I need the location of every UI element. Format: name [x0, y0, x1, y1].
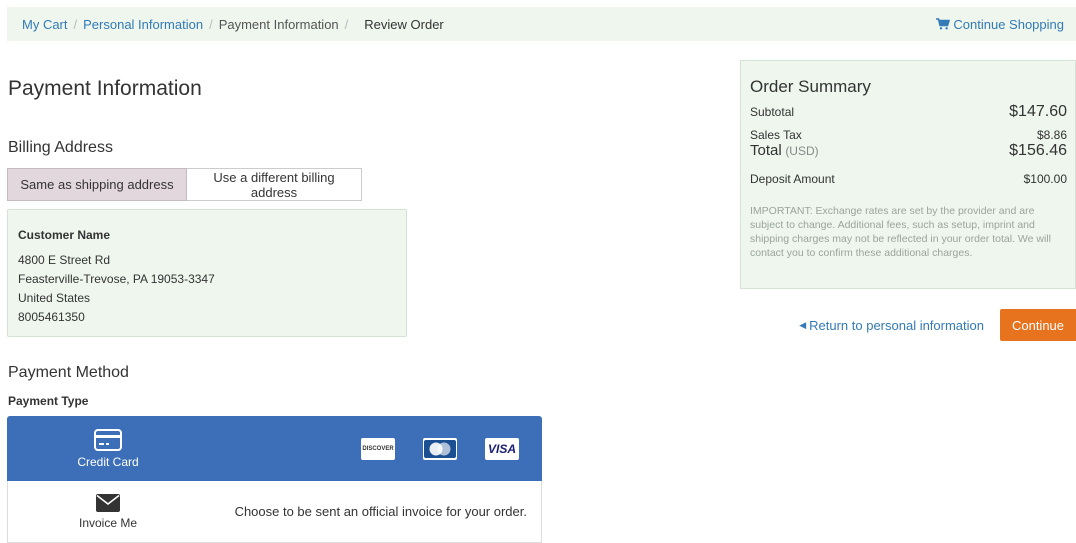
same-as-shipping-button[interactable]: Same as shipping address	[7, 168, 187, 201]
sales-tax-value: $8.86	[1036, 128, 1067, 142]
breadcrumb-separator: /	[209, 16, 213, 32]
payment-option-credit-card[interactable]: Credit Card DISCOVER VISA	[7, 416, 542, 481]
checkout-actions: ◀ Return to personal information Continu…	[790, 309, 1076, 341]
continue-button[interactable]: Continue	[1000, 309, 1076, 341]
address-country: United States	[18, 291, 91, 305]
visa-logo-text: VISA	[487, 441, 516, 456]
exchange-rate-notice: IMPORTANT: Exchange rates are set by the…	[750, 205, 1051, 259]
customer-name: Customer Name	[18, 228, 111, 242]
envelope-icon	[96, 493, 120, 512]
discover-logo-text: DISCOVER	[362, 445, 394, 452]
subtotal-value: $147.60	[1009, 103, 1067, 120]
billing-address-card: Customer Name 4800 E Street Rd Feastervi…	[7, 209, 407, 337]
breadcrumb-separator: /	[73, 16, 78, 32]
sales-tax-label: Sales Tax	[750, 128, 802, 142]
sales-tax-row: Sales Tax $8.86	[750, 129, 1067, 142]
address-city: Feasterville-Trevose, PA 19053-3347	[18, 272, 215, 286]
deposit-value: $100.00	[1023, 172, 1067, 186]
different-billing-button[interactable]: Use a different billing address	[187, 168, 362, 201]
total-label-group: Total (USD)	[750, 142, 819, 159]
order-summary-title: Order Summary	[750, 77, 871, 96]
invoice-me-label: Invoice Me	[78, 515, 138, 530]
mastercard-logo	[423, 437, 457, 460]
billing-address-heading: Billing Address	[8, 139, 113, 156]
payment-type-label: Payment Type	[8, 394, 89, 408]
address-street: 4800 E Street Rd	[18, 253, 111, 267]
billing-address-toggle: Same as shipping address Use a different…	[7, 168, 362, 201]
continue-shopping-label: Continue Shopping	[953, 16, 1064, 32]
credit-card-option-icon-cell: Credit Card	[8, 428, 208, 469]
payment-method-heading: Payment Method	[8, 364, 129, 381]
subtotal-row: Subtotal $147.60	[750, 103, 1067, 121]
breadcrumb: My Cart / Personal Information / Payment…	[7, 7, 1076, 41]
continue-shopping-link[interactable]: Continue Shopping	[936, 17, 1064, 32]
breadcrumb-personal-information[interactable]: Personal Information	[83, 17, 203, 32]
visa-logo: VISA	[485, 437, 519, 460]
address-phone: 8005461350	[18, 310, 85, 324]
total-value: $156.46	[1009, 142, 1067, 159]
credit-card-icon	[94, 428, 122, 451]
deposit-row: Deposit Amount $100.00	[750, 172, 1067, 186]
accepted-cards: DISCOVER VISA	[361, 437, 541, 460]
breadcrumb-trail: My Cart / Personal Information / Payment…	[22, 17, 444, 32]
breadcrumb-separator: /	[344, 16, 349, 32]
order-summary-panel: Order Summary Subtotal $147.60 Sales Tax…	[740, 60, 1076, 289]
invoice-description: Choose to be sent an official invoice fo…	[234, 504, 527, 519]
breadcrumb-my-cart[interactable]: My Cart	[22, 17, 68, 32]
total-row: Total (USD) $156.46	[750, 142, 1067, 160]
return-to-personal-info-link[interactable]: ◀ Return to personal information	[799, 318, 984, 333]
return-link-label: Return to personal information	[809, 317, 984, 333]
caret-left-icon: ◀	[799, 319, 807, 330]
total-currency: (USD)	[785, 144, 819, 158]
subtotal-label: Subtotal	[750, 105, 795, 119]
credit-card-label: Credit Card	[77, 454, 139, 469]
discover-card-logo: DISCOVER	[361, 437, 395, 460]
payment-option-invoice-me[interactable]: Invoice Me Choose to be sent an official…	[7, 481, 542, 543]
deposit-label: Deposit Amount	[750, 172, 835, 186]
total-label: Total	[750, 142, 782, 159]
invoice-option-icon-cell: Invoice Me	[8, 493, 208, 530]
payment-type-list: Credit Card DISCOVER VISA Invoice Me Cho…	[7, 416, 542, 543]
page-title: Payment Information	[8, 77, 202, 100]
shopping-cart-icon	[936, 18, 951, 30]
breadcrumb-review-order: Review Order	[364, 16, 444, 32]
breadcrumb-payment-information: Payment Information	[218, 16, 339, 32]
mastercard-icon	[424, 439, 456, 458]
